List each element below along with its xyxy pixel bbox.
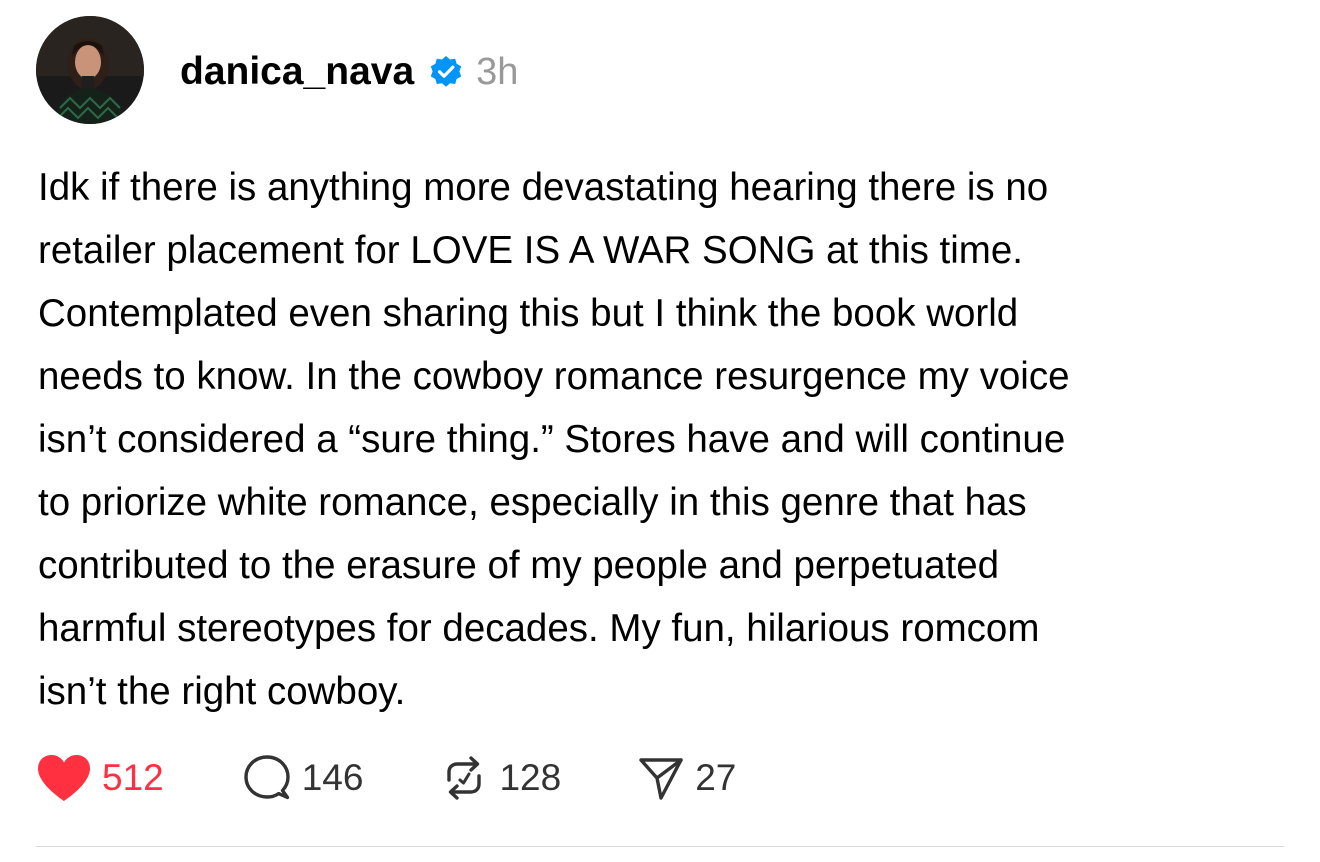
action-bar: 512 146 128 27: [36, 748, 736, 808]
like-button[interactable]: 512: [36, 753, 164, 803]
repost-icon: [439, 754, 489, 802]
threads-post: danica_nava 3h Idk if there is anything …: [0, 0, 1320, 862]
timestamp: 3h: [476, 50, 519, 93]
repost-button[interactable]: 128: [439, 754, 561, 802]
share-count: 27: [695, 757, 737, 798]
comment-icon: [242, 754, 292, 802]
comment-button[interactable]: 146: [242, 754, 364, 802]
username[interactable]: danica_nava: [180, 50, 414, 94]
post-body: Idk if there is anything more devastatin…: [38, 166, 1070, 713]
avatar-image: [36, 16, 144, 124]
divider: [36, 846, 1284, 847]
avatar[interactable]: [36, 16, 144, 124]
verified-badge-icon: [428, 54, 464, 90]
repost-count: 128: [499, 757, 562, 798]
like-count: 512: [102, 757, 164, 798]
send-icon: [637, 754, 685, 802]
post-header: danica_nava 3h: [180, 44, 518, 100]
share-button[interactable]: 27: [637, 754, 736, 802]
heart-icon: [36, 753, 92, 803]
comment-count: 146: [301, 757, 364, 798]
